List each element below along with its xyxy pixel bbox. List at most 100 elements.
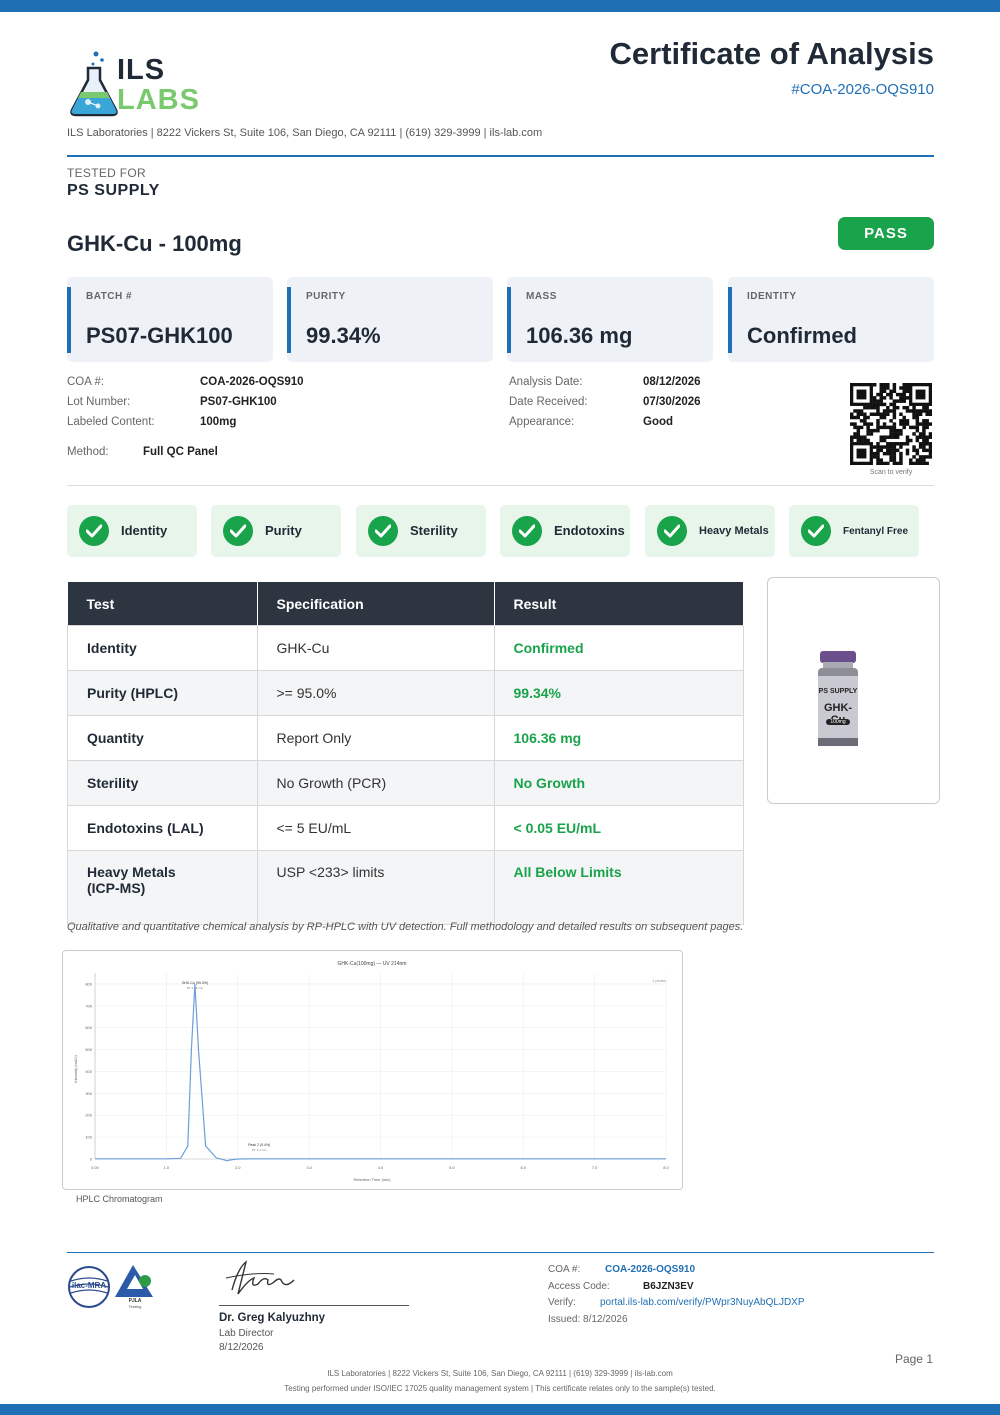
x-tick-label: 7.0 — [592, 1165, 598, 1170]
meta-label: Analysis Date: — [509, 376, 583, 388]
card-label: BATCH # — [86, 291, 133, 302]
check-label: Heavy Metals — [699, 525, 769, 537]
column-header: Test — [67, 582, 258, 626]
check-icon — [657, 516, 687, 546]
signature-date: 8/12/2026 — [219, 1342, 264, 1353]
result-cell: Confirmed — [493, 625, 744, 671]
method-note: Qualitative and quantitative chemical an… — [67, 921, 744, 933]
x-tick-label: 4.0 — [378, 1165, 384, 1170]
x-tick-label: 3.0 — [306, 1165, 312, 1170]
verify-link[interactable]: portal.ils-lab.com/verify/PWpr3NuyAbQLJD… — [600, 1297, 805, 1308]
meta-label: COA #: — [67, 376, 105, 388]
logo-line1: ILS — [117, 54, 166, 86]
card-value: 99.34% — [306, 323, 381, 348]
table-row: Quantity Report Only 106.36 mg — [67, 715, 744, 761]
card-label: IDENTITY — [747, 291, 797, 302]
y-tick-label: 100 — [85, 1135, 92, 1140]
test-cell: Purity (HPLC) — [67, 670, 258, 716]
y-tick-label: 700 — [85, 1003, 92, 1008]
spec-cell: No Growth (PCR) — [256, 760, 495, 806]
pjla-logo: PJLA Testing — [113, 1263, 157, 1315]
tested-for-label: TESTED FOR — [67, 166, 147, 180]
spec-cell: Report Only — [256, 715, 495, 761]
check-icon — [223, 516, 253, 546]
signature-image — [224, 1258, 304, 1307]
check-label: Fentanyl Free — [843, 526, 909, 537]
y-tick-label: 200 — [85, 1113, 92, 1118]
meta-value: COA-2026-OQS910 — [200, 376, 304, 388]
y-tick-label: 600 — [85, 1025, 92, 1030]
footer-address: ILS Laboratories | 8222 Vickers St, Suit… — [327, 1369, 673, 1378]
test-cell: Endotoxins (LAL) — [67, 805, 258, 851]
signatory-role: Lab Director — [219, 1328, 274, 1339]
qr-code[interactable] — [850, 383, 933, 466]
result-cell: 99.34% — [493, 670, 744, 716]
table-row: Endotoxins (LAL) <= 5 EU/mL < 0.05 EU/mL — [67, 805, 744, 851]
spec-cell: USP <233> limits — [256, 850, 495, 925]
x-tick-label: 0.00 — [91, 1165, 100, 1170]
y-axis-label: Intensity (mAU) — [73, 1055, 78, 1083]
identity-card: IDENTITY Confirmed — [728, 277, 934, 362]
peak-annotation: GHK-Cu (99.3%) — [182, 981, 208, 985]
ils-labs-logo: ILS LABS — [66, 48, 211, 118]
result-cell: 106.36 mg — [493, 715, 744, 761]
access-code-value: B6JZN3EV — [643, 1281, 694, 1292]
x-tick-label: 5.0 — [449, 1165, 455, 1170]
card-label: PURITY — [306, 291, 346, 302]
column-header: Specification — [257, 582, 495, 626]
result-cell: All Below Limits — [493, 850, 744, 925]
bottom-accent-bar — [0, 1404, 1000, 1415]
x-tick-label: 8.0 — [663, 1165, 669, 1170]
peak-annotation: Peak 2 (0.4%) — [248, 1143, 270, 1147]
column-header: Result — [494, 582, 744, 626]
section-divider — [67, 485, 934, 486]
document-title: Certificate of Analysis — [609, 36, 934, 71]
footer-coa-label: COA #: — [548, 1264, 581, 1275]
card-label: MASS — [526, 291, 557, 302]
y-tick-label: 500 — [85, 1047, 92, 1052]
check-label: Identity — [121, 523, 168, 538]
mass-card: MASS 106.36 mg — [507, 277, 713, 362]
x-tick-label: 2.0 — [235, 1165, 241, 1170]
meta-label: Lot Number: — [67, 396, 131, 408]
signatory-name: Dr. Greg Kalyuzhny — [219, 1312, 326, 1324]
batch-card: BATCH # PS07-GHK100 — [67, 277, 273, 362]
vial-brand: PS SUPPLY — [818, 688, 858, 695]
x-axis-label: Retention Time (min) — [353, 1177, 391, 1182]
check-icon — [801, 516, 831, 546]
y-tick-label: 300 — [85, 1091, 92, 1096]
footer-coa-value: COA-2026-OQS910 — [605, 1264, 696, 1275]
product-image: PS SUPPLY GHK-Cu 100mg — [767, 577, 940, 804]
top-accent-bar — [0, 0, 1000, 12]
x-tick-label: 6.0 — [520, 1165, 526, 1170]
table-row: Heavy Metals (ICP-MS) USP <233> limits A… — [67, 850, 744, 925]
meta-value: Good — [643, 416, 674, 428]
table-header-row: Test Specification Result — [67, 582, 744, 626]
pjla-subtext: Testing — [128, 1304, 142, 1309]
x-tick-label: 1.0 — [164, 1165, 170, 1170]
meta-value: 08/12/2026 — [643, 376, 701, 388]
table-row: Identity GHK-Cu Confirmed — [67, 625, 744, 671]
page-number: Page 1 — [894, 1352, 933, 1366]
method-value: Full QC Panel — [143, 446, 218, 458]
meta-label: Date Received: — [509, 396, 588, 408]
issued-date: Issued: 8/12/2026 — [548, 1314, 628, 1325]
spec-cell: >= 95.0% — [256, 670, 495, 716]
check-chip-endotoxins: Endotoxins — [500, 505, 630, 557]
card-value: Confirmed — [747, 323, 857, 348]
purity-card: PURITY 99.34% — [287, 277, 493, 362]
footer-disclaimer: Testing performed under ISO/IEC 17025 qu… — [284, 1384, 716, 1393]
qr-caption: Scan to verify — [869, 469, 913, 476]
verify-label: Verify: — [548, 1297, 576, 1308]
check-chip-identity: Identity — [67, 505, 197, 557]
table-row: Sterility No Growth (PCR) No Growth — [67, 760, 744, 806]
hplc-chromatogram: 0 100 200 300 400 500 600 700 800 0.00 1.0 2.0 3.0 4.… — [62, 950, 683, 1190]
client-name: PS SUPPLY — [67, 182, 160, 199]
peak-annotation-sub: RT 1.38 min — [187, 986, 204, 990]
peak-annotation-sub: RT 2.3 min — [252, 1148, 267, 1152]
header-divider — [67, 155, 934, 157]
lab-address: ILS Laboratories | 8222 Vickers St, Suit… — [67, 127, 543, 139]
check-label: Purity — [265, 523, 302, 538]
spec-cell: GHK-Cu — [256, 625, 495, 671]
check-icon — [79, 516, 109, 546]
